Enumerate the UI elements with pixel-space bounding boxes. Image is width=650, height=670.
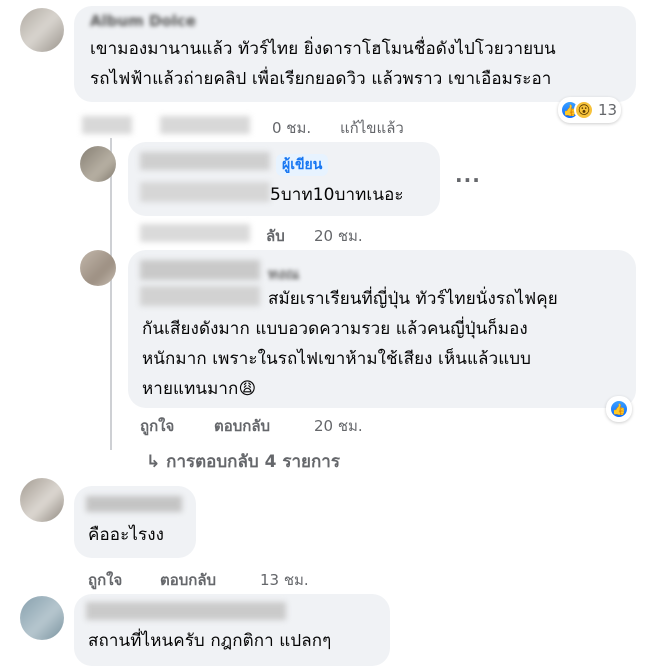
like-link[interactable] (82, 116, 132, 134)
avatar[interactable] (20, 8, 64, 52)
comment-actions: ถูกใจ ตอบกลับ 13 ชม. (88, 568, 388, 589)
comment-text-line: สมัยเราเรียนที่ญี่ปุ่น ทัวร์ไทยนั่งรถไฟค… (268, 289, 558, 309)
comment-actions: ลับ 20 ชม. (140, 224, 440, 245)
comment-actions: ถูกใจ ตอบกลับ 20 ชม. (140, 414, 440, 435)
like-reaction-icon: 👍 (609, 399, 629, 419)
reply-link[interactable]: ลับ (266, 224, 285, 248)
comment-text-line: รถไฟฟ้าแล้วถ่ายคลิป เพื่อเรียกยอดวิว แล้… (90, 69, 552, 89)
avatar[interactable] (80, 250, 116, 286)
comment-author-name[interactable]: ทงณ (268, 262, 299, 286)
reply-link[interactable]: ตอบกลับ (214, 414, 270, 438)
comment-text-line: เขามองมานานแล้ว ทัวร์ไทย ยิ่งดาราโฮโมนชื… (90, 39, 556, 59)
timestamp[interactable]: 0 ชม. (272, 116, 311, 140)
comment-bubble: Album Dolce เขามองมานานแล้ว ทัวร์ไทย ยิ่… (74, 6, 636, 102)
avatar[interactable] (80, 146, 116, 182)
wow-reaction-icon: 😮 (574, 100, 594, 120)
more-options-icon[interactable]: ··· (455, 168, 481, 192)
reply-link[interactable] (160, 116, 250, 134)
comment-text-line: หายแทนมาก😩 (142, 379, 257, 399)
reaction-count: 13 (598, 101, 618, 119)
comment-bubble: ทงณ สมัยเราเรียนที่ญี่ปุ่น ทัวร์ไทยนั่งร… (128, 250, 636, 408)
avatar[interactable] (20, 596, 64, 640)
comment-text-line: กันเสียงดังมาก แบบอวดความรวย แล้วคนญี่ปุ… (142, 319, 528, 339)
timestamp[interactable]: 13 ชม. (260, 568, 309, 592)
timestamp[interactable]: 20 ชม. (314, 414, 363, 438)
author-badge: ผู้เขียน (276, 154, 329, 176)
comment-actions: 0 ชม. แก้ไขแล้ว (80, 116, 480, 137)
view-replies-link[interactable]: ↳ การตอบกลับ 4 รายการ (146, 448, 340, 475)
comment-text-line: คืออะไรงง (88, 525, 165, 545)
timestamp[interactable]: 20 ชม. (314, 224, 363, 248)
comment-text-line: หนักมาก เพราะในรถไฟเขาห้ามใช้เสียง เห็นแ… (142, 349, 532, 369)
reaction-summary[interactable]: 👍 😮 13 (558, 97, 622, 123)
comment-bubble: คืออะไรงง (74, 486, 196, 558)
like-link[interactable]: ถูกใจ (140, 414, 174, 438)
comment-text-line: 5บาท10บาทเนอะ (270, 185, 404, 205)
comment-text-line: สถานที่ไหนครับ กฎกติกา แปลกๆ (88, 631, 332, 651)
edited-label: แก้ไขแล้ว (340, 119, 404, 137)
comment-author-name[interactable]: Album Dolce (90, 12, 196, 30)
avatar[interactable] (20, 478, 64, 522)
like-link[interactable]: ถูกใจ (88, 568, 122, 592)
comment-bubble: ผู้เขียน 5บาท10บาทเนอะ (128, 142, 440, 216)
reply-link[interactable]: ตอบกลับ (160, 568, 216, 592)
thread-line (110, 138, 112, 450)
comment-bubble: สถานที่ไหนครับ กฎกติกา แปลกๆ (74, 594, 390, 666)
like-link[interactable] (140, 224, 250, 242)
reaction-summary[interactable]: 👍 (606, 396, 632, 422)
